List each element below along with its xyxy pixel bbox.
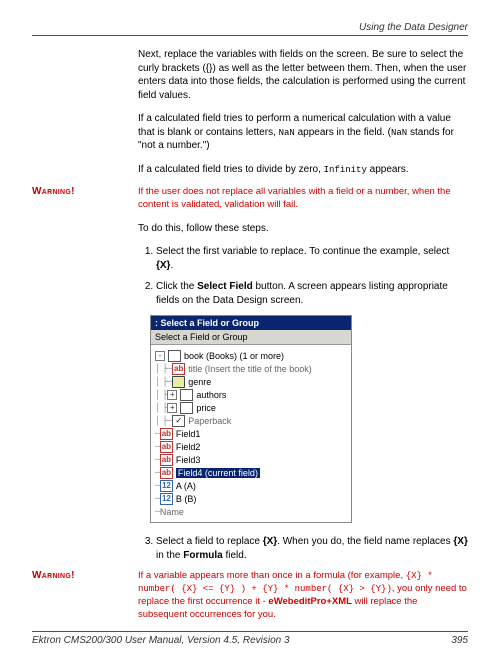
tree-item-label: Field2 (176, 442, 201, 452)
collapse-icon[interactable]: - (155, 351, 165, 361)
paragraph-infinity: If a calculated field tries to divide by… (138, 163, 468, 177)
warning-label: Warning! (32, 186, 138, 197)
tree-item[interactable]: - book (Books) (1 or more) (155, 349, 349, 362)
step-2: Click the Select Field button. A screen … (156, 280, 468, 307)
paragraph-intro: Next, replace the variables with fields … (138, 48, 468, 102)
tree-item[interactable]: │ ├+authors (155, 388, 349, 401)
footer-page-number: 395 (451, 635, 468, 646)
12-icon: 12 (160, 493, 173, 505)
dialog-subtitle: Select a Field or Group (151, 330, 351, 345)
12-icon: 12 (160, 480, 173, 492)
steps-list-cont: Select a field to replace {X}. When you … (138, 535, 468, 562)
tree-item-label: authors (196, 390, 226, 400)
tree-item-label: Field3 (176, 455, 201, 465)
tree-item-label: price (196, 403, 216, 413)
ab-icon: ab (172, 363, 185, 375)
select-field-dialog: : Select a Field or Group Select a Field… (150, 315, 352, 523)
footer-left: Ektron CMS200/300 User Manual, Version 4… (32, 635, 290, 646)
footer-divider (32, 631, 468, 632)
ab-icon: ab (160, 467, 173, 479)
tree-item[interactable]: ─12A (A) (155, 479, 349, 492)
tree-item-label: Field1 (176, 429, 201, 439)
tag-icon (172, 376, 185, 388)
ab-icon: ab (160, 428, 173, 440)
step-3: Select a field to replace {X}. When you … (156, 535, 468, 562)
steps-list: Select the first variable to replace. To… (138, 245, 468, 307)
tree-item[interactable]: │ ├─genre (155, 375, 349, 388)
tree-item[interactable]: ─abField4 (current field) (155, 466, 349, 479)
page-icon (168, 350, 181, 362)
tree-item[interactable]: │ ├─abtitle (Insert the title of the boo… (155, 362, 349, 375)
dialog-titlebar: : Select a Field or Group (151, 316, 351, 330)
tree-item-label: A (A) (176, 481, 196, 491)
warning-label: Warning! (32, 570, 138, 581)
expand-icon[interactable]: + (167, 390, 177, 400)
infinity-literal: Infinity (324, 165, 367, 175)
tree-item[interactable]: ─abField2 (155, 440, 349, 453)
paragraph-nan: If a calculated field tries to perform a… (138, 112, 468, 153)
tree-item[interactable]: ─Name (155, 505, 349, 518)
chk-icon: ✓ (172, 415, 185, 427)
paragraph-follow-steps: To do this, follow these steps. (138, 222, 468, 236)
tree-item[interactable]: │ ├─✓Paperback (155, 414, 349, 427)
ab-icon: ab (160, 454, 173, 466)
tree-item-label: Field4 (current field) (176, 468, 260, 478)
tree-item[interactable]: │ ├+price (155, 401, 349, 414)
tree-item-label: Paperback (188, 416, 231, 426)
warning-text: If a variable appears more than once in … (138, 570, 468, 621)
nan-literal: NaN (279, 128, 295, 138)
tree-item-label: B (B) (176, 494, 197, 504)
warning-2: Warning! If a variable appears more than… (32, 570, 468, 621)
page-header-title: Using the Data Designer (32, 22, 468, 33)
tree-item[interactable]: ─abField1 (155, 427, 349, 440)
page-icon (180, 389, 193, 401)
step-1: Select the first variable to replace. To… (156, 245, 468, 272)
field-tree[interactable]: - book (Books) (1 or more)│ ├─abtitle (In… (151, 345, 351, 522)
tree-item[interactable]: ─abField3 (155, 453, 349, 466)
ab-icon: ab (160, 441, 173, 453)
tree-item-label: book (Books) (1 or more) (184, 351, 284, 361)
tree-item-label: genre (188, 377, 211, 387)
tree-item[interactable]: ─12B (B) (155, 492, 349, 505)
page-icon (180, 402, 193, 414)
warning-1: Warning! If the user does not replace al… (32, 186, 468, 212)
tree-item-label: title (Insert the title of the book) (188, 364, 312, 374)
warning-text: If the user does not replace all variabl… (138, 186, 468, 212)
expand-icon[interactable]: + (167, 403, 177, 413)
tree-item-label: Name (160, 507, 184, 517)
header-divider (32, 35, 468, 36)
